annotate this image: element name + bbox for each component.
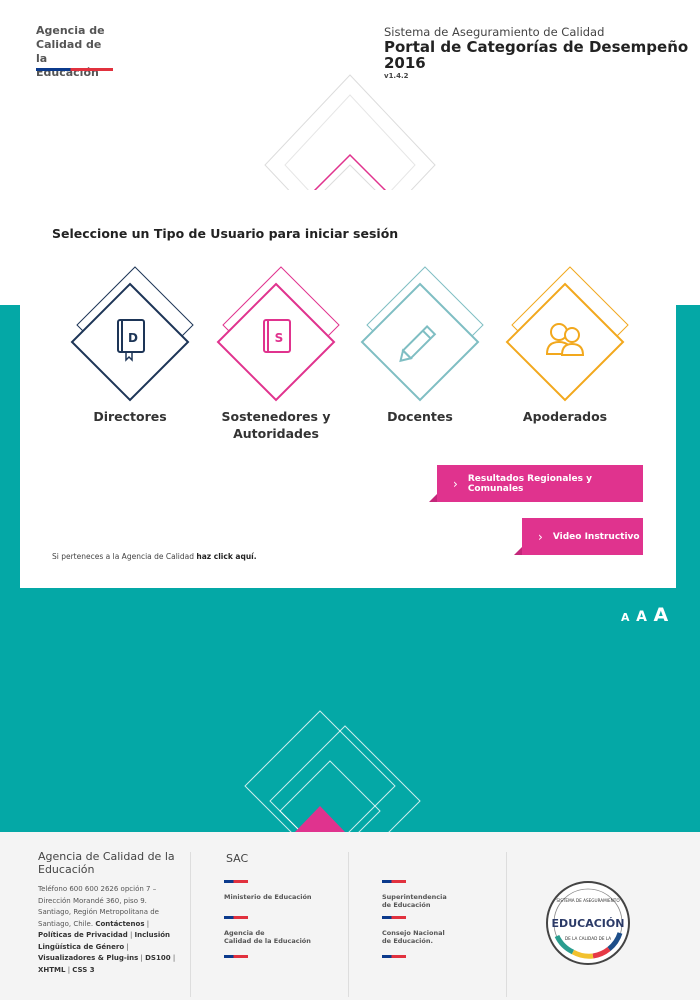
footer-divider: [506, 852, 507, 997]
user-type-apoderados[interactable]: Apoderados: [490, 262, 640, 425]
font-size-medium[interactable]: A: [636, 609, 647, 625]
logo-line-1: Agencia de: [36, 24, 105, 37]
svg-text:SISTEMA DE ASEGURAMIENTO: SISTEMA DE ASEGURAMIENTO: [556, 898, 620, 903]
inst-super-line2: de Educación: [382, 901, 431, 909]
agency-login-note: Si perteneces a la Agencia de Calidad ha…: [52, 552, 257, 561]
results-regional-button[interactable]: › Resultados Regionales y Comunales: [429, 465, 643, 502]
user-label-docentes: Docentes: [387, 409, 453, 424]
user-label-sostenedores-line2: Autoridades: [233, 426, 319, 441]
inst-cned[interactable]: Consejo Nacional de Educación.: [382, 916, 482, 958]
footer-divider: [348, 852, 349, 997]
footer: Agencia de Calidad de la Educación Teléf…: [0, 832, 700, 1000]
header: Agencia de Calidad de la Educación Siste…: [0, 0, 700, 190]
video-tutorial-button[interactable]: › Video Instructivo: [514, 518, 643, 555]
video-button-label: Video Instructivo: [552, 531, 640, 542]
user-label-directores: Directores: [93, 409, 167, 424]
footer-link-css3[interactable]: CSS 3: [72, 966, 94, 974]
footer-org-title: Agencia de Calidad de la Educación: [38, 850, 175, 876]
agency-click-link[interactable]: haz click aquí.: [196, 552, 256, 561]
inst-cned-line1: Consejo Nacional: [382, 929, 445, 937]
svg-text:DE LA CALIDAD DE LA: DE LA CALIDAD DE LA: [565, 936, 611, 941]
inst-mineduc-name: Ministerio de Educación: [224, 893, 312, 901]
footer-sac-title: SAC: [226, 852, 249, 865]
user-label-apoderados: Apoderados: [522, 409, 608, 424]
footer-agency-info: Agencia de Calidad de la Educación Teléf…: [38, 850, 178, 976]
bottom-decoration-diamonds: [244, 710, 421, 832]
pencil-icon: [360, 266, 484, 402]
inst-super-line1: Superintendencia: [382, 893, 447, 901]
chile-flag-bar: [382, 955, 406, 958]
chile-flag-bar: [382, 880, 406, 883]
user-type-directores[interactable]: D Directores: [55, 262, 205, 425]
portal-year: 2016: [384, 54, 426, 72]
font-size-large[interactable]: A: [654, 604, 669, 626]
footer-link-xhtml[interactable]: XHTML: [38, 966, 65, 974]
footer-link-ds100[interactable]: DS100: [145, 954, 170, 962]
inst-agencia[interactable]: Agencia de Calidad de la Educación: [224, 916, 324, 958]
chile-flag-bar: [382, 916, 406, 919]
results-button-label: Resultados Regionales y Comunales: [467, 473, 592, 494]
inst-superintendencia[interactable]: Superintendencia de Educación: [382, 880, 482, 909]
parents-icon: [505, 266, 629, 402]
logo-flag-bar: [36, 68, 113, 71]
chile-flag-bar: [224, 955, 248, 958]
book-s-icon: S: [216, 266, 340, 402]
footer-link-contact[interactable]: Contáctenos: [95, 920, 144, 928]
footer-link-plugins[interactable]: Visualizadores & Plug-ins: [38, 954, 138, 962]
agency-logo[interactable]: Agencia de Calidad de la Educación: [36, 24, 116, 80]
user-label-sostenedores-line1: Sostenedores y: [221, 409, 331, 424]
user-type-sostenedores[interactable]: S Sostenedores y Autoridades: [201, 262, 351, 442]
user-type-docentes[interactable]: Docentes: [345, 262, 495, 425]
font-size-controls: A A A: [621, 604, 669, 626]
footer-contact-block: Teléfono 600 600 2626 opción 7 – Direcci…: [38, 885, 176, 974]
chevron-right-icon: ›: [538, 529, 543, 544]
agency-note-text: Si perteneces a la Agencia de Calidad: [52, 552, 195, 561]
inst-mineduc[interactable]: Ministerio de Educación: [224, 880, 324, 901]
education-seal-logo[interactable]: SISTEMA DE ASEGURAMIENTO EDUCACIÓN DE LA…: [543, 878, 633, 968]
user-label-sostenedores: Sostenedores y Autoridades: [201, 408, 351, 442]
inst-cned-line2: de Educación.: [382, 937, 433, 945]
font-size-small[interactable]: A: [621, 611, 630, 624]
inst-agencia-line1: Agencia de: [224, 929, 265, 937]
footer-link-privacy[interactable]: Políticas de Privacidad: [38, 931, 128, 939]
footer-divider: [190, 852, 191, 997]
user-type-prompt: Seleccione un Tipo de Usuario para inici…: [52, 226, 399, 241]
chevron-right-icon: ›: [453, 476, 458, 491]
book-d-icon: D: [70, 266, 194, 402]
chile-flag-bar: [224, 880, 248, 883]
header-decoration-diamonds: [264, 74, 436, 190]
logo-line-2: Calidad de la: [36, 38, 102, 65]
svg-text:S: S: [275, 331, 284, 345]
inst-agencia-line2: Calidad de la Educación: [224, 937, 311, 945]
portal-title: Portal de Categorías de Desempeño: [384, 38, 689, 56]
svg-text:D: D: [128, 331, 138, 345]
svg-text:EDUCACIÓN: EDUCACIÓN: [552, 917, 625, 930]
chile-flag-bar: [224, 916, 248, 919]
